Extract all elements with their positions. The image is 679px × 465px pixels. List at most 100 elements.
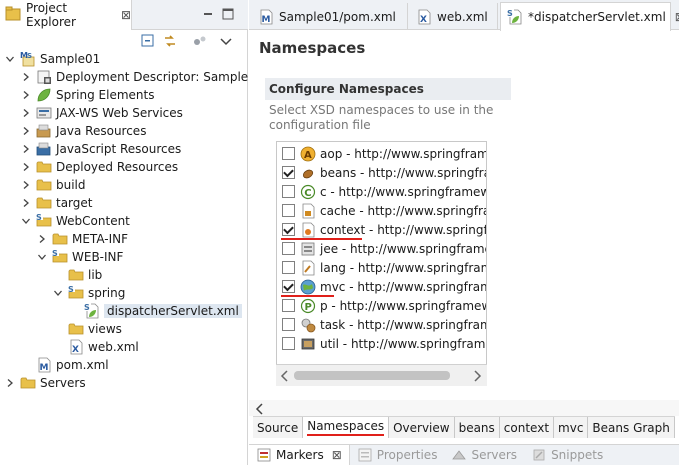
namespace-checkbox-task[interactable] [282,318,295,331]
chevron-right-icon[interactable] [20,161,32,173]
page-tab-source[interactable]: Source [253,417,304,438]
tree-item-javascript-resources[interactable]: JavaScript Resources [20,140,181,158]
editor-page-tabs: Source Namespaces Overview beans context mvc B… [253,416,675,438]
chevron-right-icon[interactable] [20,143,32,155]
chevron-right-icon[interactable] [4,377,16,389]
tree-item-spring[interactable]: Sspring [52,284,125,302]
tree-item-java-resources[interactable]: Java Resources [20,122,146,140]
tree-item-web-inf[interactable]: S WEB-INF [36,248,123,266]
namespace-row-aop[interactable]: Aaop - http://www.springframew [277,144,486,163]
page-tab-mvc[interactable]: mvc [554,417,589,438]
editor-tab-web-xml[interactable]: Xweb.xml [410,3,498,30]
namespace-checkbox-aop[interactable] [282,147,295,160]
page-tab-overview[interactable]: Overview [389,417,455,438]
chevron-right-icon[interactable] [20,179,32,191]
namespace-checkbox-util[interactable] [282,337,295,350]
close-icon[interactable]: ⊠ [675,10,679,24]
namespace-row-task[interactable]: task - http://www.springframew [277,315,486,334]
namespace-checkbox-lang[interactable] [282,261,295,274]
namespace-row-mvc[interactable]: mvc - http://www.springframev [277,277,486,296]
tree-item-web-xml[interactable]: Xweb.xml [52,338,139,356]
tree-item-label: Spring Elements [56,88,155,102]
tree-item-build[interactable]: build [20,176,86,194]
folder-icon [36,195,52,211]
chevron-down-icon[interactable] [20,215,32,227]
view-tab-snippets[interactable]: Snippets [524,445,610,465]
tree-item-meta-inf[interactable]: META-INF [36,230,128,248]
close-icon[interactable]: ⊠ [332,448,342,462]
namespace-row-context[interactable]: context - http://www.springfran [277,220,486,239]
chevron-down-icon[interactable] [218,33,234,49]
tree-item-webcontent[interactable]: S WebContent [20,212,130,230]
tree-item-target[interactable]: target [20,194,93,212]
chevron-right-icon[interactable] [20,125,32,137]
chevron-down-icon[interactable] [4,53,16,65]
namespace-label: c - http://www.springframewor [320,184,487,199]
page-tab-beans-graph[interactable]: Beans Graph [588,417,675,438]
namespace-label: jee - http://www.springframew [320,241,487,256]
mvc-globe-icon [300,279,316,295]
close-icon[interactable]: ⊠ [121,8,131,22]
tree-item-deployed-resources[interactable]: Deployed Resources [20,158,178,176]
view-menu-dots-icon[interactable] [192,33,208,49]
tree-item-jax-ws-web-services[interactable]: JAX-WS Web Services [20,104,183,122]
link-with-editor-icon[interactable] [162,33,178,49]
namespace-row-beans[interactable]: beans - http://www.springframe [277,163,486,182]
minimize-icon[interactable] [202,8,214,20]
editor-tab-dispatcherservlet-xml[interactable]: S *dispatcherServlet.xml ⊠ [500,2,679,31]
project-explorer-tab[interactable]: Project Explorer ⊠ [0,0,132,30]
page-tab-label: Overview [393,420,450,435]
view-tab-properties[interactable]: Properties [350,445,445,465]
namespace-checkbox-jee[interactable] [282,242,295,255]
chevron-down-icon[interactable] [36,251,48,263]
scrollbar-thumb[interactable] [294,371,450,380]
view-tab-markers[interactable]: Markers ⊠ [249,444,350,465]
tree-item-spring-elements[interactable]: Spring Elements [20,86,154,104]
namespace-checkbox-context[interactable] [282,223,295,236]
aop-icon: A [300,146,316,162]
namespace-list-scrollbar[interactable] [276,364,487,386]
svg-text:A: A [304,150,312,161]
namespace-row-util[interactable]: util - http://www.springframew [277,334,486,353]
tree-item-pom-xml[interactable]: Mpom.xml [20,356,109,374]
namespace-checkbox-beans[interactable] [282,166,295,179]
tree-item-views[interactable]: views [52,320,122,338]
view-tab-servers[interactable]: Servers [444,445,524,465]
editor-scrollbar[interactable] [249,400,679,416]
chevron-down-icon[interactable] [52,287,64,299]
chevron-right-icon[interactable] [20,71,32,83]
chevron-right-icon[interactable] [20,107,32,119]
chevron-right-icon[interactable] [36,233,48,245]
page-tab-context[interactable]: context [499,417,555,438]
namespace-row-cache[interactable]: cache - http://www.springfram [277,201,486,220]
namespace-checkbox-cache[interactable] [282,204,295,217]
namespace-row-p[interactable]: Pp - http://www.springframewor [277,296,487,315]
maximize-icon[interactable] [222,8,234,20]
namespace-label: p - http://www.springframewor [320,298,487,313]
page-tab-beans[interactable]: beans [454,417,500,438]
collapse-all-icon[interactable] [140,33,156,49]
tree-item-sample01[interactable]: M S Sample01 [4,50,100,68]
tree-item-dispatcherservlet-xml[interactable]: SdispatcherServlet.xml [68,302,242,320]
namespace-row-jee[interactable]: jee - http://www.springframew [277,239,487,258]
chevron-right-icon[interactable] [20,197,32,209]
namespace-row-c[interactable]: Cc - http://www.springframewor [277,182,487,201]
tree-item-label: target [56,196,93,210]
tree-item-label: spring [88,286,126,300]
page-tab-label: beans [458,420,495,435]
chevron-right-icon[interactable] [20,89,32,101]
page-tab-namespaces[interactable]: Namespaces [303,417,390,438]
section-header[interactable]: Configure Namespaces [265,78,511,100]
editor-tab-label: web.xml [437,9,488,24]
tree-item-servers[interactable]: Servers [4,374,86,392]
tree-item-lib[interactable]: lib [52,266,102,284]
namespace-checkbox-mvc[interactable] [282,280,295,293]
editor-tabbar: M Sample01/pom.xml Xweb.xml S *dispatcherSer… [249,0,679,31]
namespace-checkbox-c[interactable] [282,185,295,198]
svg-text:M: M [40,363,49,373]
xml-file-icon: X [68,339,84,355]
tree-item-deployment-descriptor-sample01[interactable]: Deployment Descriptor: Sample01 [20,68,263,86]
editor-tab-sample01-pom-xml[interactable]: M Sample01/pom.xml [252,3,408,30]
namespace-row-lang[interactable]: lang - http://www.springframev [277,258,486,277]
namespace-checkbox-p[interactable] [282,299,295,312]
